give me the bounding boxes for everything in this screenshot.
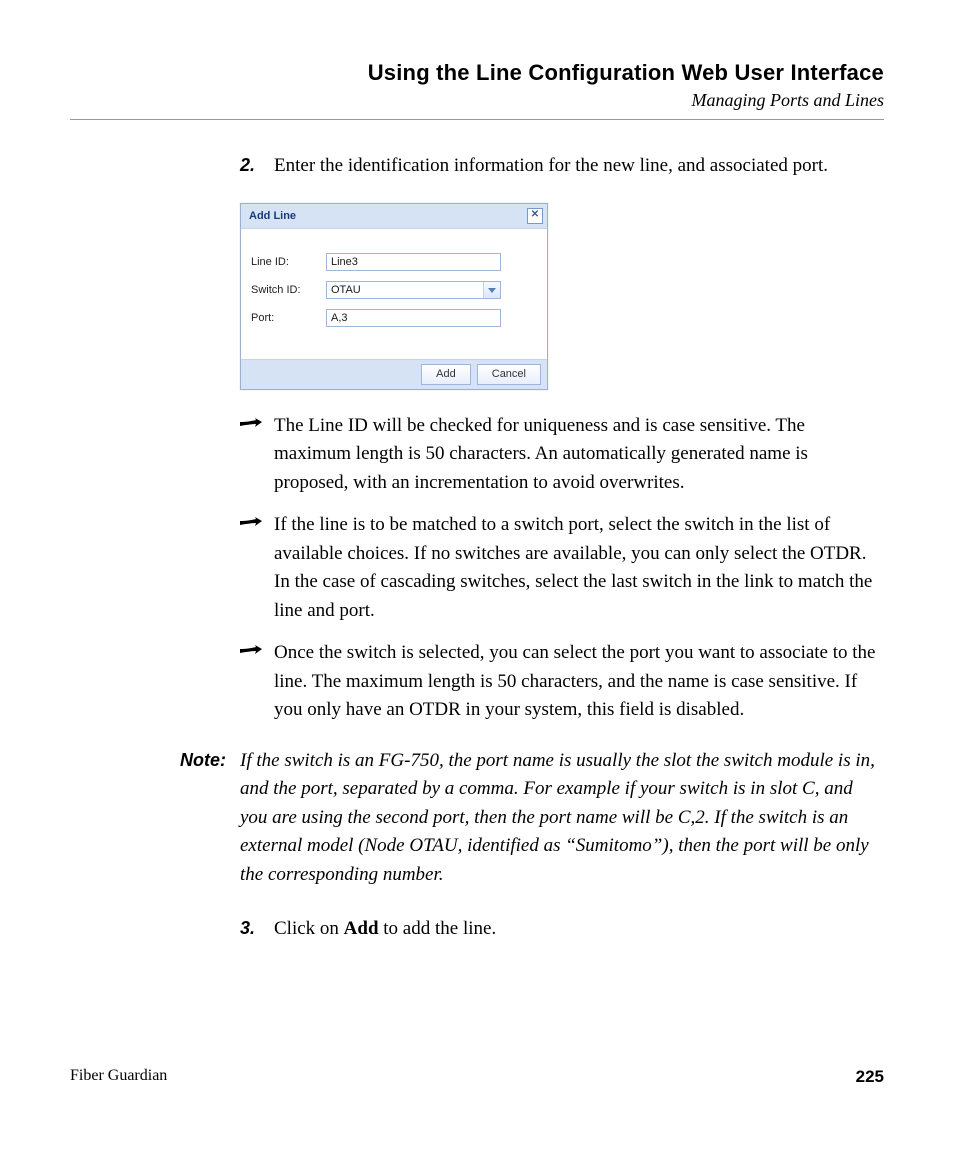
- page-footer: Fiber Guardian 225: [70, 1067, 884, 1087]
- input-line-id[interactable]: Line3: [326, 253, 501, 271]
- input-port[interactable]: A,3: [326, 309, 501, 327]
- step3-bold: Add: [344, 918, 379, 939]
- bullet-text: The Line ID will be checked for uniquene…: [274, 415, 808, 493]
- page-subtitle: Managing Ports and Lines: [70, 90, 884, 111]
- step-text: Click on Add to add the line.: [274, 918, 496, 939]
- footer-product: Fiber Guardian: [70, 1067, 167, 1087]
- step-3: 3. Click on Add to add the line.: [240, 915, 884, 944]
- arrow-icon: [240, 645, 262, 657]
- list-item: Once the switch is selected, you can sel…: [240, 639, 884, 725]
- dialog-body: Line ID: Line3 Switch ID: OTAU Port: A,3: [241, 229, 547, 359]
- select-switch-id-value: OTAU: [331, 282, 361, 299]
- close-icon[interactable]: ✕: [527, 208, 543, 224]
- bullet-list: The Line ID will be checked for uniquene…: [240, 412, 884, 725]
- row-switch-id: Switch ID: OTAU: [251, 281, 537, 299]
- add-line-dialog: Add Line ✕ Line ID: Line3 Switch ID: OTA…: [240, 203, 548, 390]
- bullet-text: If the line is to be matched to a switch…: [274, 514, 872, 621]
- step-number: 3.: [240, 915, 255, 942]
- note-text: If the switch is an FG-750, the port nam…: [240, 747, 884, 890]
- select-switch-id[interactable]: OTAU: [326, 281, 501, 299]
- row-line-id: Line ID: Line3: [251, 253, 537, 271]
- note: Note: If the switch is an FG-750, the po…: [70, 747, 884, 890]
- dialog-footer: Add Cancel: [241, 359, 547, 389]
- row-port: Port: A,3: [251, 309, 537, 327]
- page-title: Using the Line Configuration Web User In…: [70, 60, 884, 86]
- note-label: Note:: [70, 747, 240, 890]
- label-line-id: Line ID:: [251, 254, 326, 271]
- list-item: The Line ID will be checked for uniquene…: [240, 412, 884, 498]
- add-button[interactable]: Add: [421, 364, 471, 385]
- arrow-icon: [240, 517, 262, 529]
- step-2: 2. Enter the identification information …: [240, 152, 884, 181]
- dialog-titlebar: Add Line ✕: [241, 204, 547, 230]
- step3-suffix: to add the line.: [379, 918, 497, 939]
- step-number: 2.: [240, 152, 255, 179]
- footer-page-number: 225: [856, 1067, 884, 1087]
- bullet-text: Once the switch is selected, you can sel…: [274, 642, 875, 720]
- step3-prefix: Click on: [274, 918, 344, 939]
- title-divider: [70, 119, 884, 120]
- arrow-icon: [240, 418, 262, 430]
- list-item: If the line is to be matched to a switch…: [240, 511, 884, 625]
- step-text: Enter the identification information for…: [274, 155, 828, 176]
- chevron-down-icon[interactable]: [483, 282, 500, 298]
- label-port: Port:: [251, 310, 326, 327]
- dialog-title: Add Line: [249, 208, 296, 225]
- cancel-button[interactable]: Cancel: [477, 364, 541, 385]
- label-switch-id: Switch ID:: [251, 282, 326, 299]
